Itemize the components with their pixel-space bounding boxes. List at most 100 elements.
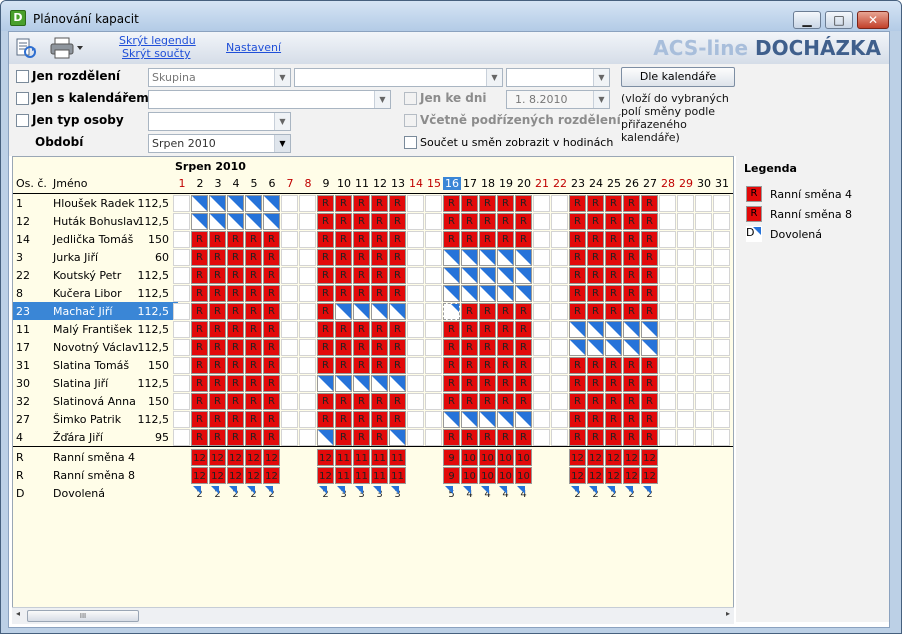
empty-cell[interactable] xyxy=(299,375,316,392)
shift-cell[interactable]: R xyxy=(461,303,478,320)
shift-cell[interactable]: R xyxy=(371,231,388,248)
shift-cell[interactable]: R xyxy=(623,393,640,410)
print-icon[interactable] xyxy=(49,36,83,60)
vacation-cell[interactable] xyxy=(317,375,334,392)
empty-cell[interactable] xyxy=(299,393,316,410)
empty-cell[interactable] xyxy=(677,249,694,266)
vacation-cell[interactable] xyxy=(623,339,640,356)
shift-cell[interactable]: R xyxy=(479,321,496,338)
shift-cell[interactable]: R xyxy=(191,375,208,392)
shift-cell[interactable]: R xyxy=(191,411,208,428)
shift-cell[interactable]: R xyxy=(479,429,496,446)
shift-cell[interactable]: R xyxy=(515,429,532,446)
shift-cell[interactable]: R xyxy=(209,249,226,266)
horizontal-scrollbar[interactable]: ◂ III ▸ xyxy=(12,607,734,624)
empty-cell[interactable] xyxy=(533,231,550,248)
shift-cell[interactable]: R xyxy=(335,339,352,356)
jen-rozdeleni-checkbox[interactable] xyxy=(16,70,29,83)
scroll-left-icon[interactable]: ◂ xyxy=(16,609,20,618)
shift-cell[interactable]: R xyxy=(587,267,604,284)
day-header-20[interactable]: 20 xyxy=(515,177,533,190)
shift-cell[interactable]: R xyxy=(443,321,460,338)
empty-cell[interactable] xyxy=(695,339,712,356)
shift-cell[interactable]: R xyxy=(587,411,604,428)
vacation-cell[interactable] xyxy=(227,195,244,212)
empty-cell[interactable] xyxy=(173,339,190,356)
empty-cell[interactable] xyxy=(659,375,676,392)
shift-cell[interactable]: R xyxy=(317,321,334,338)
shift-cell[interactable]: R xyxy=(587,375,604,392)
jen-s-kalendarem-checkbox[interactable] xyxy=(16,92,29,105)
vacation-cell[interactable] xyxy=(353,375,370,392)
shift-cell[interactable]: R xyxy=(317,339,334,356)
empty-cell[interactable] xyxy=(173,357,190,374)
day-header-4[interactable]: 4 xyxy=(227,177,245,190)
empty-cell[interactable] xyxy=(173,375,190,392)
shift-cell[interactable]: R xyxy=(515,303,532,320)
shift-cell[interactable]: R xyxy=(335,285,352,302)
empty-cell[interactable] xyxy=(695,429,712,446)
shift-cell[interactable]: R xyxy=(245,249,262,266)
empty-cell[interactable] xyxy=(299,303,316,320)
shift-cell[interactable]: R xyxy=(317,285,334,302)
empty-cell[interactable] xyxy=(551,195,568,212)
vacation-cell[interactable] xyxy=(461,285,478,302)
empty-cell[interactable] xyxy=(533,213,550,230)
shift-cell[interactable]: R xyxy=(497,195,514,212)
shift-cell[interactable]: R xyxy=(263,339,280,356)
empty-cell[interactable] xyxy=(299,231,316,248)
vacation-cell[interactable] xyxy=(479,411,496,428)
day-header-14[interactable]: 14 xyxy=(407,177,425,190)
day-header-5[interactable]: 5 xyxy=(245,177,263,190)
day-header-12[interactable]: 12 xyxy=(371,177,389,190)
empty-cell[interactable] xyxy=(713,411,730,428)
jen-ke-dni-checkbox[interactable] xyxy=(404,92,417,105)
shift-cell[interactable]: R xyxy=(443,339,460,356)
empty-cell[interactable] xyxy=(173,231,190,248)
empty-cell[interactable] xyxy=(281,339,298,356)
empty-cell[interactable] xyxy=(551,249,568,266)
empty-cell[interactable] xyxy=(173,213,190,230)
shift-cell[interactable]: R xyxy=(209,285,226,302)
shift-cell[interactable]: R xyxy=(317,267,334,284)
vcetne-checkbox[interactable] xyxy=(404,114,417,127)
empty-cell[interactable] xyxy=(407,195,424,212)
vacation-cell[interactable] xyxy=(515,285,532,302)
day-header-9[interactable]: 9 xyxy=(317,177,335,190)
empty-cell[interactable] xyxy=(713,393,730,410)
empty-cell[interactable] xyxy=(659,213,676,230)
shift-cell[interactable]: R xyxy=(335,321,352,338)
shift-cell[interactable]: R xyxy=(605,303,622,320)
shift-cell[interactable]: R xyxy=(389,267,406,284)
empty-cell[interactable] xyxy=(551,267,568,284)
shift-cell[interactable]: R xyxy=(389,231,406,248)
shift-cell[interactable]: R xyxy=(209,429,226,446)
shift-cell[interactable]: R xyxy=(623,429,640,446)
day-header-8[interactable]: 8 xyxy=(299,177,317,190)
shift-cell[interactable]: R xyxy=(191,303,208,320)
shift-cell[interactable]: R xyxy=(461,393,478,410)
empty-cell[interactable] xyxy=(695,303,712,320)
empty-cell[interactable] xyxy=(713,357,730,374)
shift-cell[interactable]: R xyxy=(227,249,244,266)
vacation-cell[interactable] xyxy=(389,303,406,320)
day-header-27[interactable]: 27 xyxy=(641,177,659,190)
empty-cell[interactable] xyxy=(677,231,694,248)
empty-cell[interactable] xyxy=(677,411,694,428)
shift-cell[interactable]: R xyxy=(317,231,334,248)
shift-cell[interactable]: R xyxy=(587,357,604,374)
shift-cell[interactable]: R xyxy=(245,339,262,356)
empty-cell[interactable] xyxy=(281,429,298,446)
empty-cell[interactable] xyxy=(695,393,712,410)
vacation-cell[interactable] xyxy=(497,267,514,284)
empty-cell[interactable] xyxy=(173,303,190,320)
day-header-2[interactable]: 2 xyxy=(191,177,209,190)
shift-cell[interactable]: R xyxy=(605,213,622,230)
day-header-30[interactable]: 30 xyxy=(695,177,713,190)
shift-cell[interactable]: R xyxy=(443,195,460,212)
empty-cell[interactable] xyxy=(695,267,712,284)
shift-cell[interactable]: R xyxy=(569,267,586,284)
vacation-cell[interactable] xyxy=(641,339,658,356)
empty-cell[interactable] xyxy=(659,267,676,284)
empty-cell[interactable] xyxy=(551,429,568,446)
